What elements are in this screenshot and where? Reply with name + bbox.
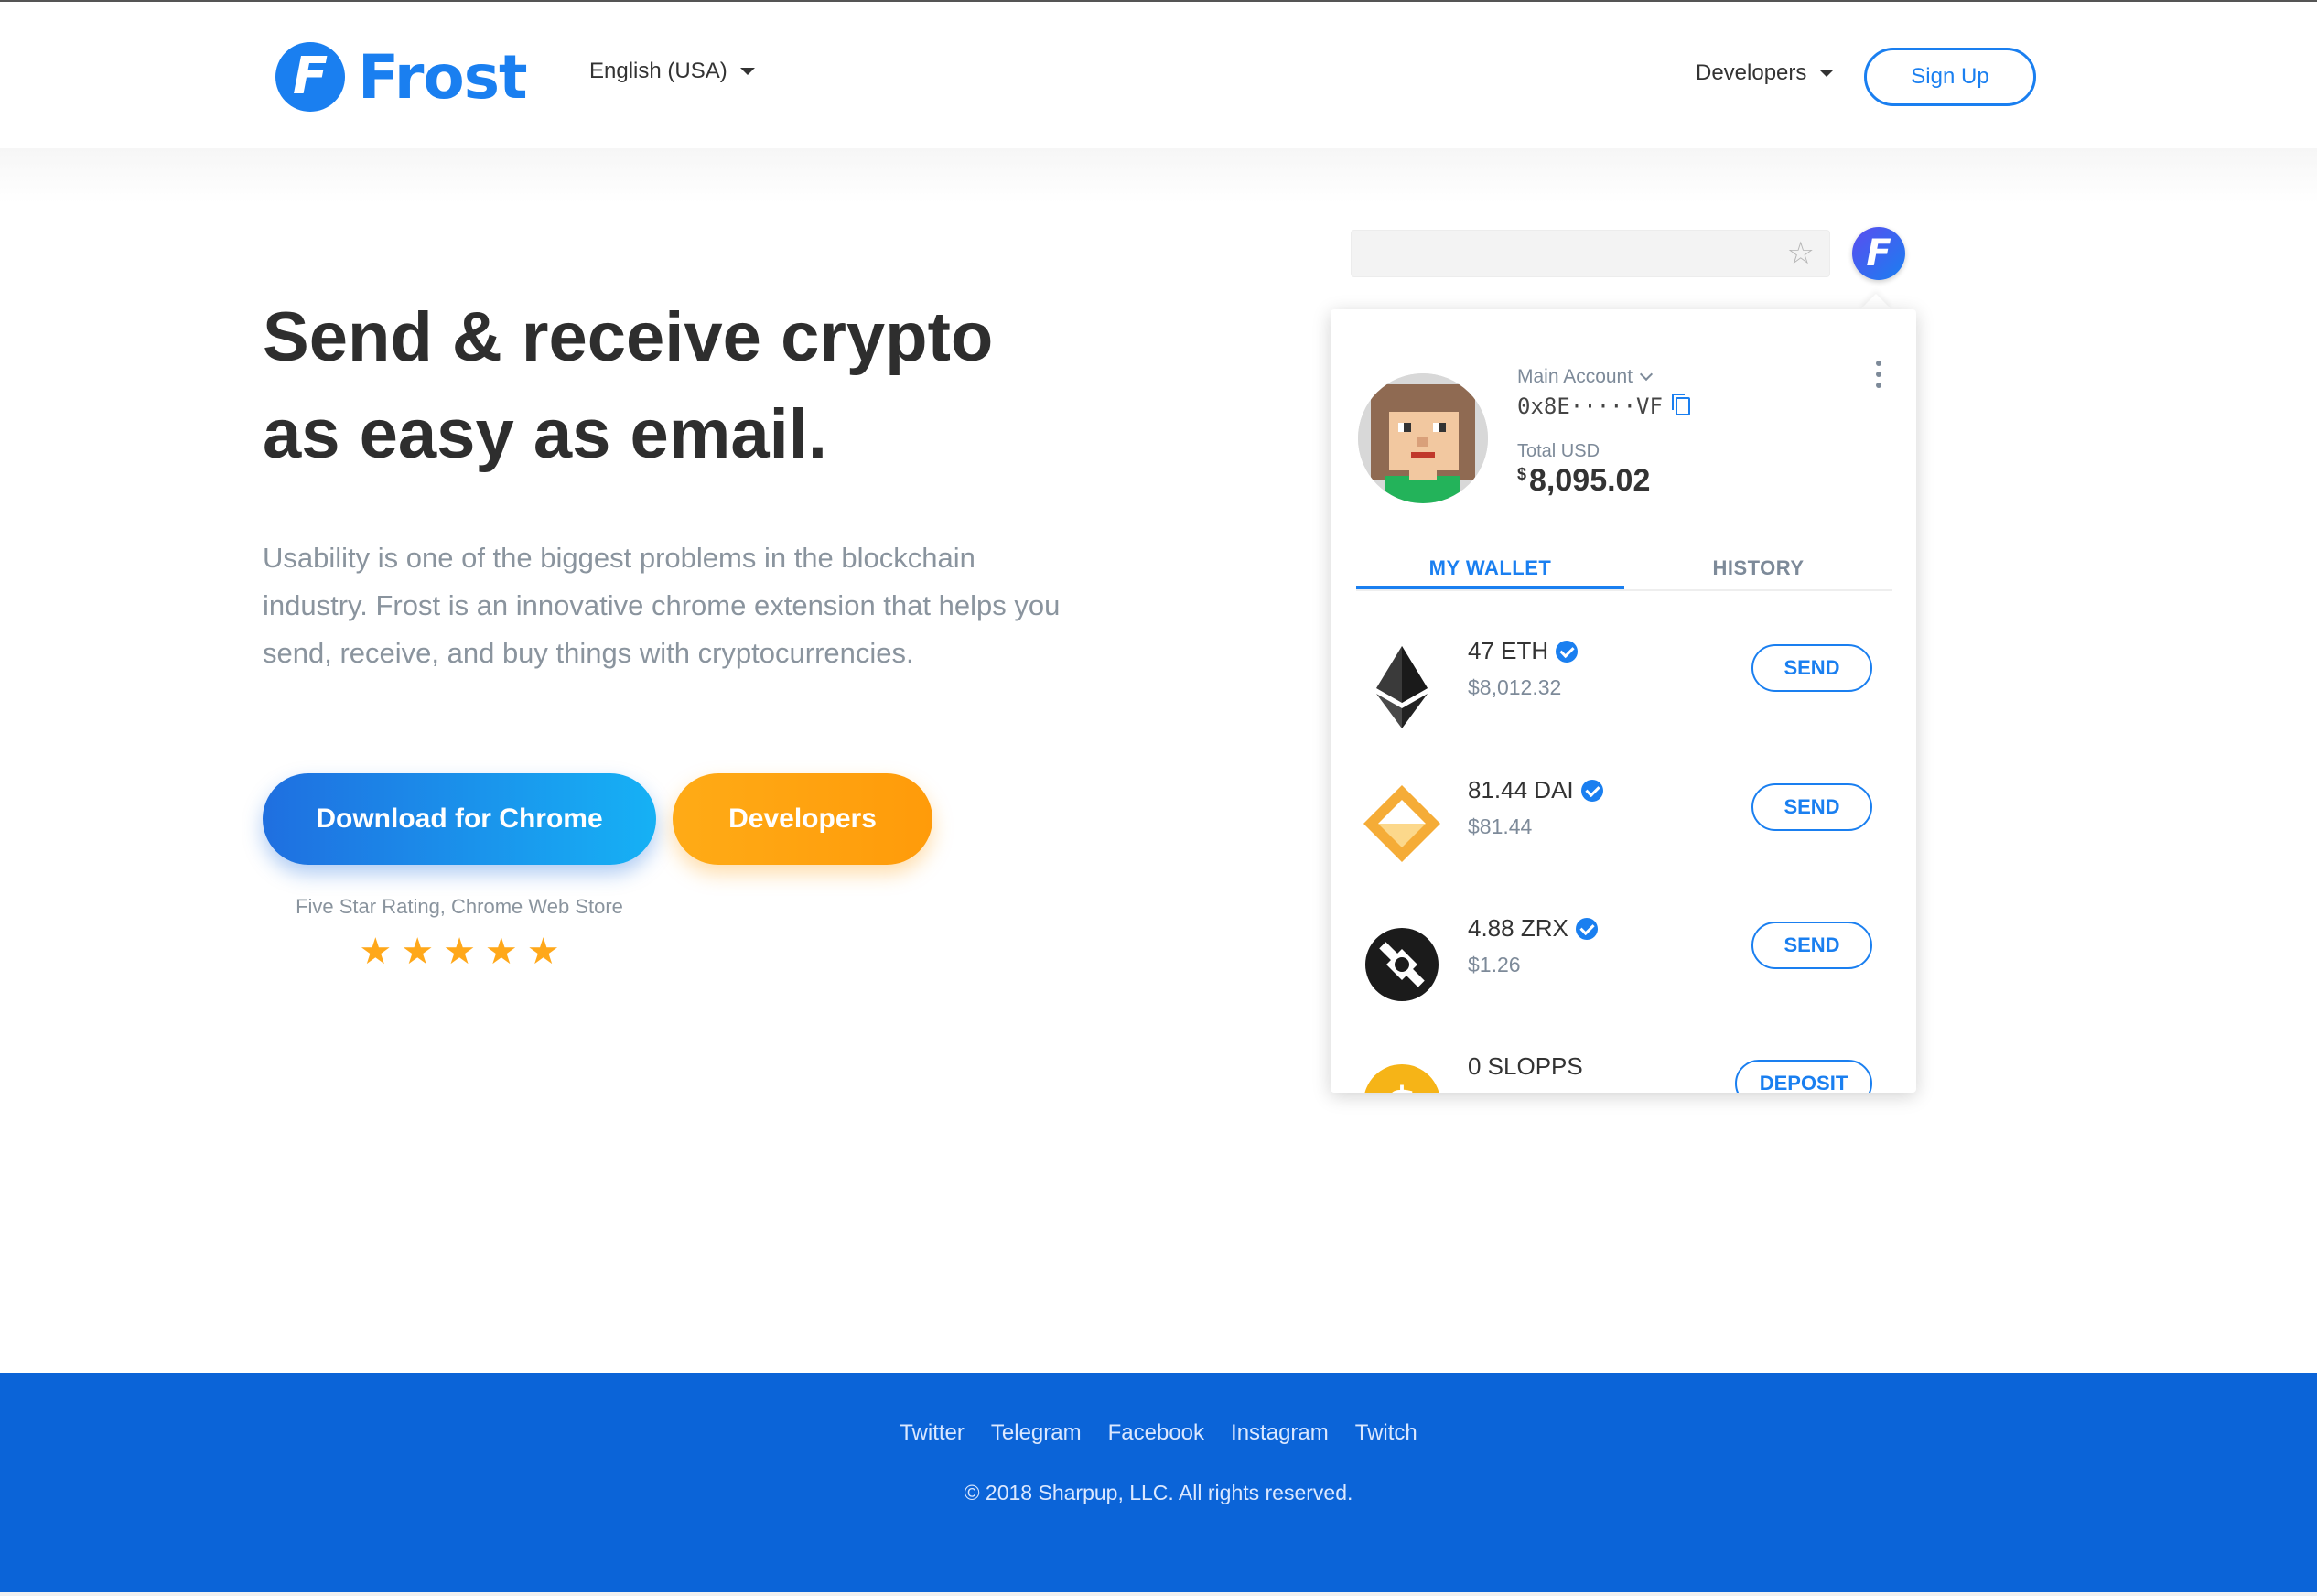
frost-logo[interactable]: F Frost bbox=[275, 40, 528, 113]
frost-extension-icon[interactable]: F bbox=[1852, 227, 1905, 280]
asset-usd-value: $8,012.32 bbox=[1468, 675, 1562, 699]
sign-up-button[interactable]: Sign Up bbox=[1864, 48, 2036, 106]
asset-amount: 0 SLOPPS bbox=[1468, 1052, 1583, 1080]
footer-links: Twitter Telegram Facebook Instagram Twit… bbox=[0, 1420, 2317, 1446]
footer-link-facebook[interactable]: Facebook bbox=[1108, 1420, 1204, 1446]
send-button[interactable]: SEND bbox=[1751, 644, 1872, 692]
site-header: F Frost English (USA) Developers Sign Up bbox=[0, 0, 2317, 148]
currency-symbol: $ bbox=[1517, 465, 1527, 483]
wallet-address: 0x8E·····VF bbox=[1517, 394, 1690, 419]
star-rating: ★ ★ ★ ★ ★ bbox=[263, 933, 656, 970]
asset-amount: 4.88 ZRX bbox=[1468, 914, 1598, 943]
total-label: Total USD bbox=[1517, 441, 1600, 461]
footer-link-twitch[interactable]: Twitch bbox=[1355, 1420, 1417, 1446]
star-icon: ★ bbox=[359, 931, 393, 973]
slopps-icon: $ bbox=[1363, 1062, 1440, 1093]
star-icon: ★ bbox=[484, 931, 518, 973]
asset-row: 47 ETH $8,012.32 SEND bbox=[1331, 619, 1916, 738]
hero-headline: Send & receive crypto as easy as email. bbox=[263, 289, 1086, 483]
language-selector[interactable]: English (USA) bbox=[589, 59, 755, 84]
frost-logo-icon: F bbox=[275, 42, 345, 112]
caret-down-icon bbox=[739, 68, 755, 75]
wallet-popup: Main Account 0x8E·····VF Total USD $ 8,0… bbox=[1331, 309, 1916, 1093]
zrx-icon bbox=[1363, 923, 1440, 1006]
copyright-text: © 2018 Sharpup, LLC. All rights reserved… bbox=[964, 1481, 1353, 1504]
developers-menu-label: Developers bbox=[1696, 60, 1807, 85]
star-icon: ★ bbox=[526, 931, 560, 973]
headline-line-1: Send & receive crypto bbox=[263, 298, 994, 376]
footer-link-telegram[interactable]: Telegram bbox=[991, 1420, 1082, 1446]
tab-my-wallet[interactable]: MY WALLET bbox=[1356, 536, 1624, 589]
caret-down-icon bbox=[1819, 70, 1835, 77]
rating-caption: Five Star Rating, Chrome Web Store bbox=[296, 895, 623, 918]
send-button[interactable]: SEND bbox=[1751, 783, 1872, 831]
asset-usd-value: $1.26 bbox=[1468, 953, 1521, 976]
verified-badge-icon bbox=[1556, 640, 1579, 663]
developers-button[interactable]: Developers bbox=[673, 773, 932, 865]
ethereum-icon bbox=[1363, 646, 1440, 728]
star-icon: ★ bbox=[443, 931, 476, 973]
verified-badge-icon bbox=[1580, 779, 1603, 802]
avatar bbox=[1358, 373, 1488, 503]
download-chrome-button[interactable]: Download for Chrome bbox=[263, 773, 656, 865]
language-label: English (USA) bbox=[589, 59, 727, 83]
total-amount: 8,095.02 bbox=[1529, 463, 1651, 498]
verified-badge-icon bbox=[1575, 917, 1598, 940]
asset-row: 4.88 ZRX $1.26 SEND bbox=[1331, 896, 1916, 1015]
page-bottom-border bbox=[0, 1592, 2317, 1596]
asset-row: 81.44 DAI $81.44 SEND bbox=[1331, 758, 1916, 877]
chevron-down-icon bbox=[1640, 367, 1654, 382]
address-text: 0x8E·····VF bbox=[1517, 394, 1663, 419]
svg-text:$: $ bbox=[1386, 1078, 1417, 1093]
asset-amount: 81.44 DAI bbox=[1468, 776, 1603, 804]
dai-icon bbox=[1363, 785, 1440, 868]
copy-icon[interactable] bbox=[1671, 394, 1690, 415]
headline-line-2: as easy as email. bbox=[263, 395, 827, 473]
developers-menu[interactable]: Developers bbox=[1696, 60, 1835, 86]
account-selector[interactable]: Main Account bbox=[1517, 366, 1654, 388]
browser-address-bar: ☆ bbox=[1351, 230, 1830, 277]
hero-description: Usability is one of the biggest problems… bbox=[263, 542, 1061, 669]
brand-name: Frost bbox=[358, 41, 528, 113]
site-footer: Twitter Telegram Facebook Instagram Twit… bbox=[0, 1373, 2317, 1592]
total-balance: $ 8,095.02 bbox=[1517, 463, 1650, 499]
footer-link-instagram[interactable]: Instagram bbox=[1231, 1420, 1329, 1446]
more-options-icon[interactable] bbox=[1876, 361, 1883, 388]
header-shadow bbox=[0, 148, 2317, 203]
send-button[interactable]: SEND bbox=[1751, 922, 1872, 969]
tab-history[interactable]: HISTORY bbox=[1624, 536, 1892, 589]
asset-row: $ 0 SLOPPS DEPOSIT bbox=[1331, 1034, 1916, 1093]
account-label: Main Account bbox=[1517, 366, 1633, 387]
asset-usd-value: $81.44 bbox=[1468, 814, 1533, 838]
star-icon: ★ bbox=[401, 931, 435, 973]
asset-amount: 47 ETH bbox=[1468, 637, 1579, 665]
wallet-tabs: MY WALLET HISTORY bbox=[1356, 536, 1892, 591]
deposit-button[interactable]: DEPOSIT bbox=[1735, 1060, 1872, 1093]
bookmark-star-icon: ☆ bbox=[1786, 235, 1815, 272]
footer-link-twitter[interactable]: Twitter bbox=[900, 1420, 965, 1446]
